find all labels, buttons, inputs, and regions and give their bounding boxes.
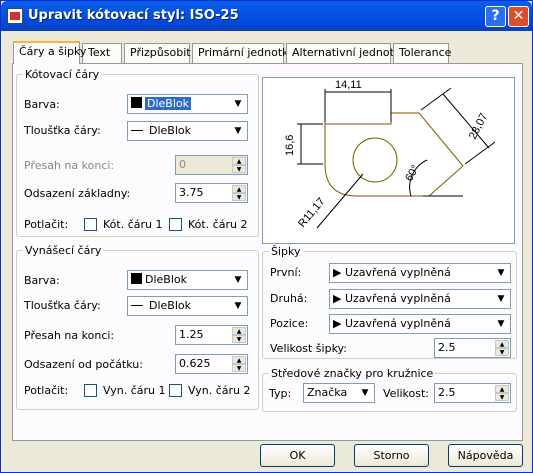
spin-up-icon[interactable]: ▲ <box>232 356 246 364</box>
preview-shape <box>324 112 464 197</box>
ext-offset-label: Odsazení od počátku: <box>24 358 143 371</box>
ext-suppress-1-checkbox[interactable] <box>84 384 97 397</box>
arrow-first-select[interactable]: ▶ Uzavřená vyplněná ▼ <box>329 263 511 283</box>
ext-suppress-1-label[interactable]: Vyn. čáru 1 <box>103 384 165 397</box>
spin-down-icon[interactable]: ▼ <box>495 348 509 356</box>
spin-up-icon[interactable]: ▲ <box>495 385 509 393</box>
dim-suppress-2-label[interactable]: Kót. čáru 2 <box>188 218 247 231</box>
arrow-leader-label: Pozice: <box>270 317 309 330</box>
arrow-size-label: Velikost šipky: <box>270 342 347 355</box>
chevron-down-icon: ▼ <box>230 96 246 112</box>
dim-height-label: 16,6 <box>284 135 296 156</box>
spin-up-icon[interactable]: ▲ <box>232 185 246 193</box>
dim-angle-label: 60° <box>403 163 422 183</box>
chevron-down-icon: ▼ <box>230 123 246 139</box>
dim-color-select[interactable]: DleBlok ▼ <box>127 94 248 114</box>
ext-lineweight-label: Tloušťka čáry: <box>24 299 101 312</box>
title-bar: Upravit kótovací styl: ISO-25 ? ✕ <box>1 1 532 31</box>
ext-suppress-2-label[interactable]: Vyn. čáru 2 <box>188 384 250 397</box>
center-size-label: Velikost: <box>383 387 430 400</box>
help-title-button[interactable]: ? <box>485 6 506 27</box>
dim-lineweight-select[interactable]: DleBlok ▼ <box>127 121 248 141</box>
dim-color-label: Barva: <box>24 98 60 111</box>
chevron-down-icon: ▼ <box>357 385 373 401</box>
arrow-leader-select[interactable]: ▶ Uzavřená vyplněná ▼ <box>329 314 511 334</box>
center-type-label: Typ: <box>269 387 292 400</box>
tab-primary-units[interactable]: Primární jednotky <box>192 43 295 63</box>
arrow-icon: ▶ <box>333 266 345 279</box>
close-button[interactable]: ✕ <box>508 6 529 27</box>
arrow-icon: ▶ <box>333 317 345 330</box>
arrowheads-legend: Šipky <box>269 245 303 258</box>
ext-extend-label: Přesah na konci: <box>24 329 115 342</box>
ext-lineweight-select[interactable]: DleBlok ▼ <box>127 296 248 316</box>
line-sample <box>131 130 143 131</box>
dimension-lines-group: Kótovací čáry Barva: DleBlok ▼ Tloušťka č… <box>16 68 259 237</box>
arrow-size-spinner[interactable]: 2.5 ▲ ▼ <box>434 338 511 358</box>
ext-color-label: Barva: <box>24 274 60 287</box>
color-swatch <box>131 273 142 284</box>
cancel-button[interactable]: Storno <box>354 444 429 467</box>
chevron-down-icon: ▼ <box>230 272 246 288</box>
color-swatch <box>131 97 142 108</box>
dim-suppress-label: Potlačit: <box>24 218 69 231</box>
help-button[interactable]: Nápověda <box>448 444 523 467</box>
spin-down-icon[interactable]: ▼ <box>232 193 246 201</box>
arrow-second-select[interactable]: ▶ Uzavřená vyplněná ▼ <box>329 289 511 309</box>
dim-suppress-1-checkbox[interactable] <box>84 218 97 231</box>
chevron-down-icon: ▼ <box>230 298 246 314</box>
spin-down-icon[interactable]: ▼ <box>232 364 246 372</box>
dimension-preview: 14,11 16,6 28,07 60° R11,17 <box>284 79 496 230</box>
chevron-down-icon: ▼ <box>493 265 509 281</box>
extension-lines-legend: Vynášecí čáry <box>23 244 104 257</box>
center-marks-legend: Středové značky pro kružnice <box>269 367 436 380</box>
tab-text[interactable]: Text <box>82 43 122 63</box>
spin-down-icon: ▼ <box>232 165 246 173</box>
arrow-icon: ▶ <box>333 292 345 305</box>
center-marks-group: Středové značky pro kružnice Typ: Značka… <box>262 367 517 412</box>
dim-baseline-spinner[interactable]: 3.75 ▲ ▼ <box>175 183 248 203</box>
arrowheads-group: Šipky První: ▶ Uzavřená vyplněná ▼ Druhá:… <box>262 245 517 359</box>
ext-offset-spinner[interactable]: 0.625 ▲ ▼ <box>175 354 248 374</box>
arrow-first-label: První: <box>270 266 302 279</box>
spin-down-icon[interactable]: ▼ <box>232 335 246 343</box>
dim-lineweight-label: Tloušťka čáry: <box>24 124 101 137</box>
dim-baseline-label: Odsazení základny: <box>24 187 131 200</box>
center-type-select[interactable]: Značka ▼ <box>303 383 375 403</box>
dim-width-label: 14,11 <box>335 79 362 91</box>
chevron-down-icon: ▼ <box>493 291 509 307</box>
ok-button[interactable]: OK <box>260 444 335 467</box>
tab-fit[interactable]: Přizpůsobit <box>124 43 191 63</box>
preview-panel: 14,11 16,6 28,07 60° R11,17 <box>262 77 515 244</box>
dim-suppress-1-label[interactable]: Kót. čáru 1 <box>103 218 162 231</box>
dim-extend-label: Přesah na konci: <box>24 159 115 172</box>
spin-up-icon[interactable]: ▲ <box>495 340 509 348</box>
center-size-spinner[interactable]: 2.5 ▲ ▼ <box>434 383 511 403</box>
tab-tolerance[interactable]: Tolerance <box>393 43 451 63</box>
dim-suppress-2-checkbox[interactable] <box>169 218 182 231</box>
ext-suppress-label: Potlačit: <box>24 384 69 397</box>
app-icon <box>7 8 23 24</box>
tab-alternate-units[interactable]: Alternativní jednotky <box>286 43 406 63</box>
arrow-second-label: Druhá: <box>270 292 308 305</box>
dialog-window: Upravit kótovací styl: ISO-25 ? ✕ Čáry a… <box>0 0 533 473</box>
spin-up-icon[interactable]: ▲ <box>232 327 246 335</box>
ext-extend-spinner[interactable]: 1.25 ▲ ▼ <box>175 325 248 345</box>
window-title: Upravit kótovací styl: ISO-25 <box>28 8 239 23</box>
ext-suppress-2-checkbox[interactable] <box>169 384 182 397</box>
ext-color-select[interactable]: DleBlok ▼ <box>127 270 248 290</box>
chevron-down-icon: ▼ <box>493 316 509 332</box>
dim-radius-label: R11,17 <box>296 196 327 230</box>
extension-lines-group: Vynášecí čáry Barva: DleBlok ▼ Tloušťka č… <box>16 244 259 410</box>
line-sample <box>131 305 143 306</box>
tab-lines-arrows[interactable]: Čáry a šipky <box>13 41 86 64</box>
spin-up-icon: ▲ <box>232 157 246 165</box>
dim-extend-spinner: 0 ▲ ▼ <box>175 155 248 175</box>
dimension-lines-legend: Kótovací čáry <box>23 68 102 81</box>
spin-down-icon[interactable]: ▼ <box>495 393 509 401</box>
tab-panel: Kótovací čáry Barva: DleBlok ▼ Tloušťka č… <box>12 63 523 441</box>
preview-circle <box>352 137 398 183</box>
